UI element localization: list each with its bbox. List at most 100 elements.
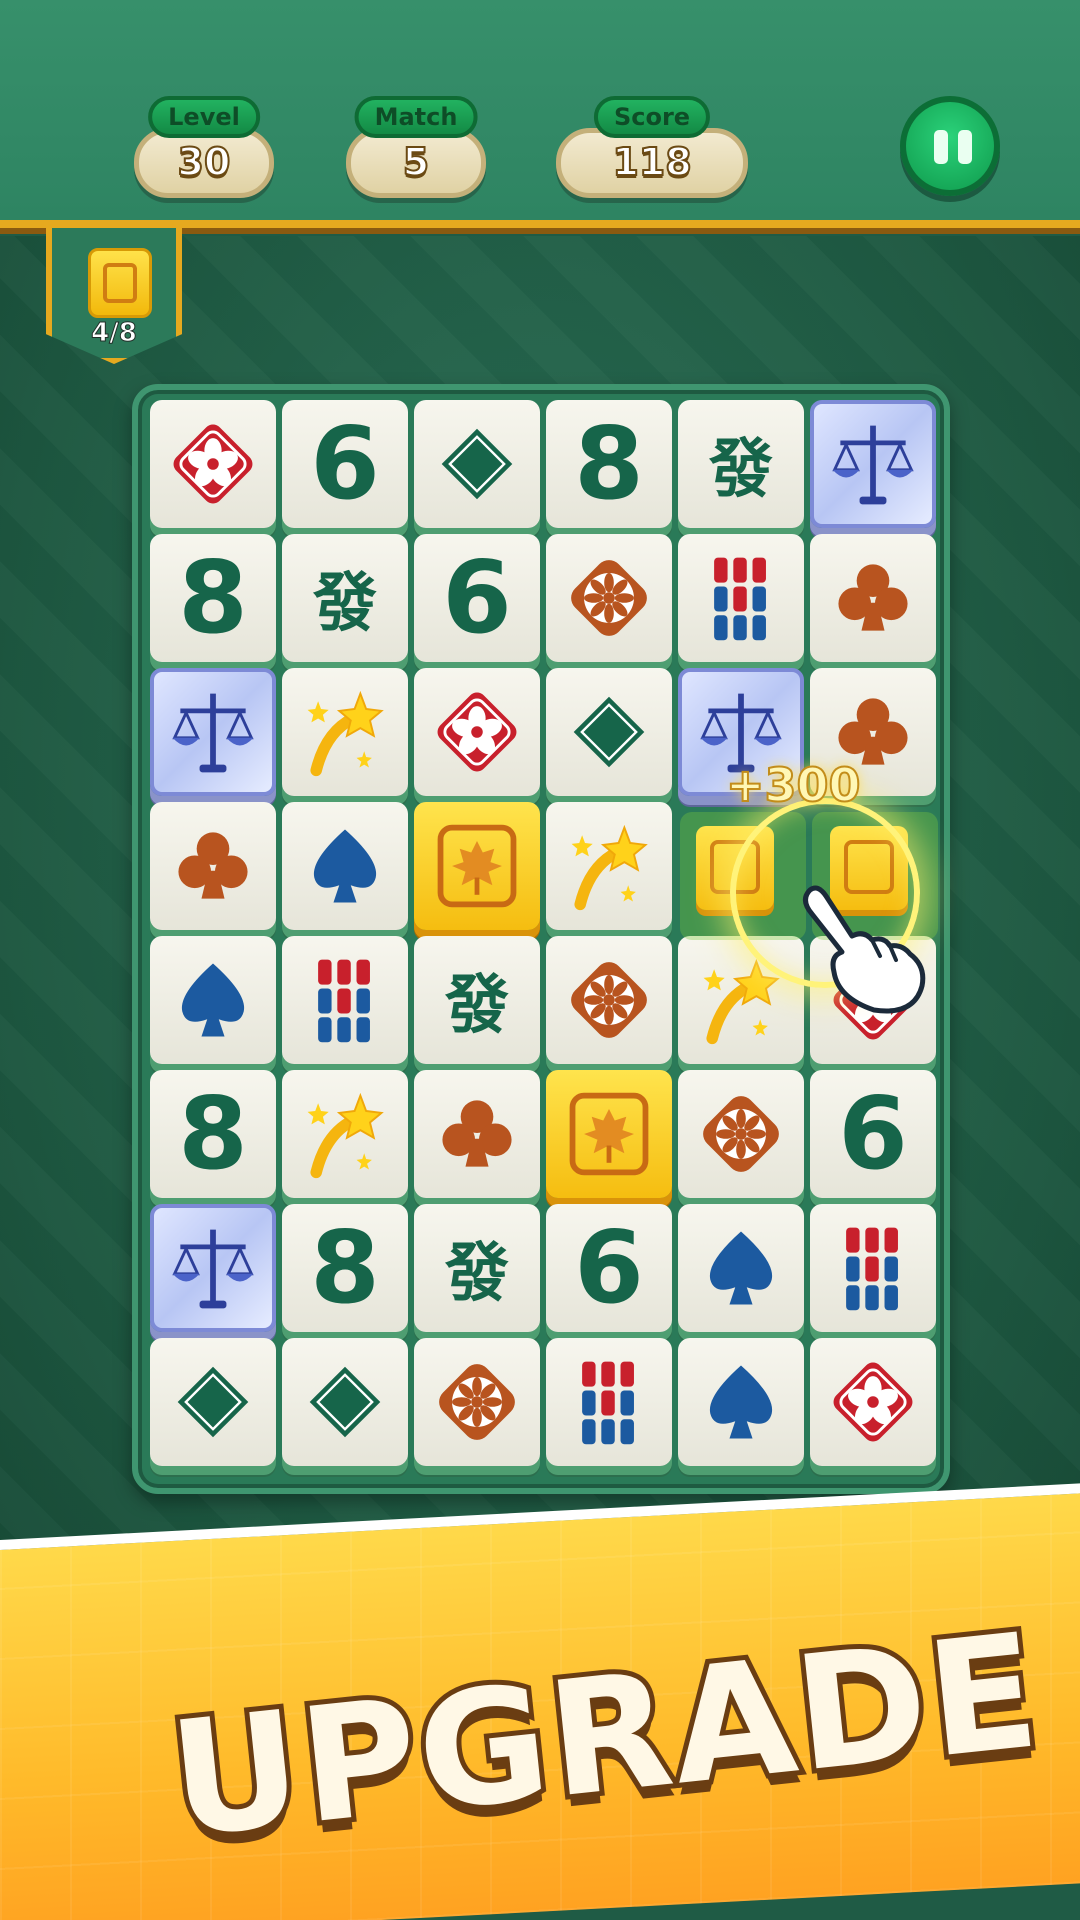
gold-leaf-icon — [437, 824, 517, 908]
score-display: Score 118 — [556, 96, 748, 200]
tile-number-8[interactable]: 8 — [282, 1204, 408, 1332]
gold-flower-tile-icon — [88, 248, 152, 318]
tile-fa[interactable]: 發 — [282, 534, 408, 662]
flower-orange-icon — [571, 560, 647, 636]
shooting-star-icon — [307, 1092, 384, 1179]
pointer-hand-icon — [803, 885, 926, 1014]
tile-spade[interactable] — [678, 1338, 804, 1466]
tile-spade[interactable] — [678, 1204, 804, 1332]
score-label: Score — [593, 96, 711, 138]
flower-orange-icon — [703, 1096, 779, 1172]
tile-scales-crystal[interactable] — [810, 400, 936, 528]
flower-red-icon — [833, 1362, 913, 1442]
diamond-icon — [309, 1366, 381, 1438]
tile-bamboo[interactable] — [282, 936, 408, 1064]
tile-number-label: 6 — [574, 1209, 644, 1326]
tile-fa[interactable]: 發 — [414, 936, 540, 1064]
tile-flower-red[interactable] — [810, 1338, 936, 1466]
bamboo-icon — [714, 557, 766, 641]
tile-number-label: 8 — [574, 405, 644, 522]
spade-icon — [181, 963, 245, 1037]
gold-leaf-icon — [569, 1092, 649, 1176]
tile-number-8[interactable]: 8 — [150, 1070, 276, 1198]
tile-number-6[interactable]: 6 — [546, 1204, 672, 1332]
tile-number-label: 6 — [310, 405, 380, 522]
level-value: 30 — [134, 128, 274, 198]
tile-scales-crystal[interactable] — [150, 1204, 276, 1332]
tile-flower-red[interactable] — [414, 668, 540, 796]
spade-icon — [709, 1365, 773, 1439]
tile-number-label: 6 — [838, 1075, 908, 1192]
flower-orange-icon — [439, 1364, 515, 1440]
bonus-points-text: +300 — [725, 757, 862, 813]
tile-number-label: 8 — [178, 539, 248, 656]
tile-diamond[interactable] — [414, 400, 540, 528]
tile-bamboo[interactable] — [678, 534, 804, 662]
tile-flower-orange[interactable] — [414, 1338, 540, 1466]
bamboo-icon — [318, 959, 370, 1043]
tile-fa-label: 發 — [313, 567, 377, 641]
tile-number-8[interactable]: 8 — [150, 534, 276, 662]
shooting-star-icon — [307, 690, 384, 777]
tile-flower-orange[interactable] — [678, 1070, 804, 1198]
tile-bamboo[interactable] — [546, 1338, 672, 1466]
tile-number-label: 8 — [178, 1075, 248, 1192]
tile-number-6[interactable]: 6 — [282, 400, 408, 528]
top-bar: Level 30 Match 5 Score 118 — [0, 0, 1080, 228]
diamond-icon — [441, 428, 513, 500]
tile-club[interactable] — [414, 1070, 540, 1198]
club-icon — [442, 1100, 512, 1167]
scales-crystal-icon — [172, 1229, 254, 1309]
spade-icon — [313, 829, 377, 903]
tile-scales-crystal[interactable] — [150, 668, 276, 796]
tile-bamboo[interactable] — [810, 1204, 936, 1332]
tile-fa[interactable]: 發 — [414, 1204, 540, 1332]
tile-diamond[interactable] — [546, 668, 672, 796]
tile-shooting-star[interactable] — [546, 802, 672, 930]
match-value: 5 — [346, 128, 486, 198]
pause-icon — [934, 130, 948, 164]
tile-fa-label: 發 — [709, 433, 773, 507]
tile-flower-orange[interactable] — [546, 534, 672, 662]
tile-club[interactable] — [810, 534, 936, 662]
tile-spade[interactable] — [282, 802, 408, 930]
flower-red-icon — [173, 424, 253, 504]
tile-flower-orange[interactable] — [546, 936, 672, 1064]
shooting-star-icon — [571, 824, 648, 911]
tile-shooting-star[interactable] — [282, 668, 408, 796]
scales-crystal-icon — [832, 425, 914, 505]
tile-flower-red[interactable] — [150, 400, 276, 528]
diamond-icon — [573, 696, 645, 768]
tile-fa-label: 發 — [445, 1237, 509, 1311]
diamond-icon — [177, 1366, 249, 1438]
tile-number-8[interactable]: 8 — [546, 400, 672, 528]
tile-number-6[interactable]: 6 — [810, 1070, 936, 1198]
bamboo-icon — [846, 1227, 898, 1311]
goal-progress: 4/8 — [91, 318, 138, 349]
club-icon — [178, 832, 248, 899]
tile-gold-leaf[interactable] — [546, 1070, 672, 1198]
tile-number-6[interactable]: 6 — [414, 534, 540, 662]
level-display: Level 30 — [134, 96, 274, 200]
match-label: Match — [354, 96, 478, 138]
tile-shooting-star[interactable] — [282, 1070, 408, 1198]
flower-orange-icon — [571, 962, 647, 1038]
tile-diamond[interactable] — [150, 1338, 276, 1466]
level-label: Level — [148, 96, 260, 138]
tile-number-label: 6 — [442, 539, 512, 656]
club-icon — [838, 564, 908, 631]
scales-crystal-icon — [172, 693, 254, 773]
spade-icon — [709, 1231, 773, 1305]
match-display: Match 5 — [346, 96, 486, 200]
tile-fa[interactable]: 發 — [678, 400, 804, 528]
score-value: 118 — [556, 128, 748, 198]
tile-diamond[interactable] — [282, 1338, 408, 1466]
tile-number-label: 8 — [310, 1209, 380, 1326]
tile-club[interactable] — [150, 802, 276, 930]
tile-spade[interactable] — [150, 936, 276, 1064]
bamboo-icon — [582, 1361, 634, 1445]
pause-button[interactable] — [900, 96, 1000, 196]
tile-gold-leaf[interactable] — [414, 802, 540, 930]
tile-fa-label: 發 — [445, 969, 509, 1043]
flower-red-icon — [437, 692, 517, 772]
